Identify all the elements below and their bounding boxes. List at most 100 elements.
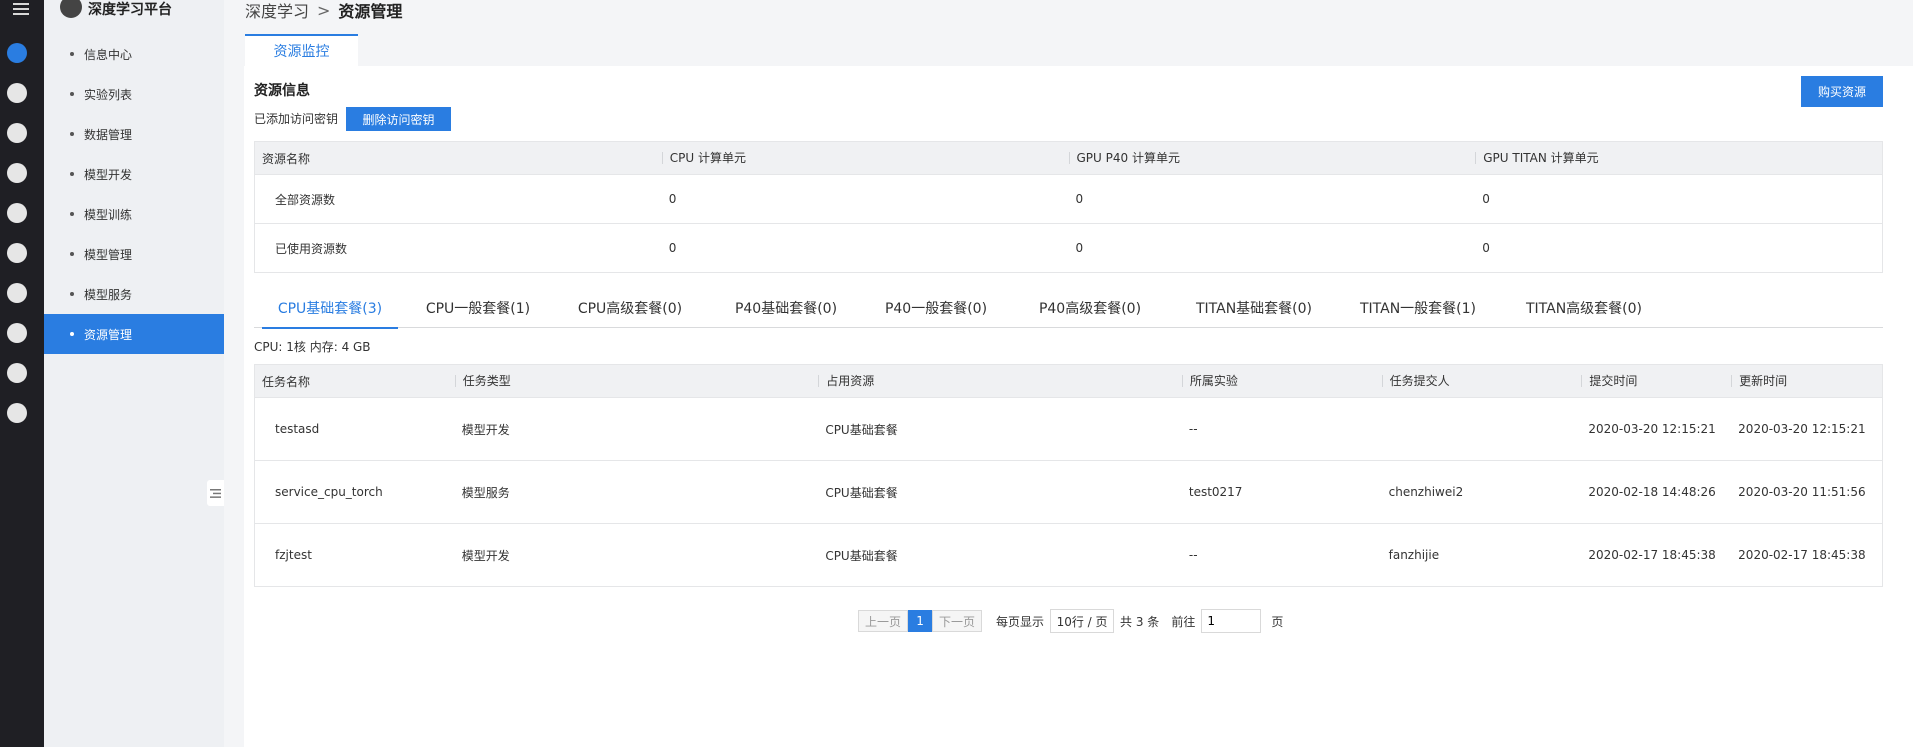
table-row: 全部资源数 0 0 0 xyxy=(255,174,1882,223)
column-header: 资源名称 xyxy=(262,151,311,166)
column-header: 任务名称 xyxy=(262,374,311,389)
column-header: 任务提交人 xyxy=(1381,375,1582,387)
bullet-icon xyxy=(70,52,74,56)
resource-table: 资源名称 CPU 计算单元 GPU P40 计算单元 GPU TITAN 计算单… xyxy=(254,141,1883,273)
table-cell: test0217 xyxy=(1188,485,1243,499)
table-cell: 已使用资源数 xyxy=(275,241,348,256)
per-page-label: 每页显示 xyxy=(996,614,1045,629)
column-header: 更新时间 xyxy=(1731,375,1882,387)
pagination: 上一页 1 下一页 每页显示 10行 / 页 共 3 条 前往 页 xyxy=(858,609,1289,633)
table-cell: 2020-03-20 11:51:56 xyxy=(1738,485,1866,499)
column-header: 所属实验 xyxy=(1181,375,1382,387)
model-service-icon[interactable] xyxy=(7,283,27,303)
sidebar-item-info-center[interactable]: 信息中心 xyxy=(44,34,224,74)
table-cell: CPU基础套餐 xyxy=(825,548,898,563)
table-cell: 2020-03-20 12:15:21 xyxy=(1738,422,1866,436)
tab-resource-monitor[interactable]: 资源监控 xyxy=(245,34,358,66)
sidebar-item-experiments[interactable]: 实验列表 xyxy=(44,74,224,114)
bullet-icon xyxy=(70,212,74,216)
table-cell: 模型服务 xyxy=(461,485,510,500)
table-cell: fzjtest xyxy=(275,548,312,562)
sidebar-item-model-service[interactable]: 模型服务 xyxy=(44,274,224,314)
sidebar-item-data[interactable]: 数据管理 xyxy=(44,114,224,154)
goto-page-input[interactable] xyxy=(1201,609,1262,633)
tab-cpu-advanced[interactable]: CPU高级套餐(0) xyxy=(560,288,700,327)
tab-titan-basic[interactable]: TITAN基础套餐(0) xyxy=(1174,288,1334,327)
key-status-label: 已添加访问密钥 xyxy=(254,112,339,126)
table-cell: 2020-02-18 14:48:26 xyxy=(1588,485,1716,499)
table-row: 已使用资源数 0 0 0 xyxy=(255,223,1882,272)
delete-key-button[interactable]: 删除访问密钥 xyxy=(346,107,451,131)
table-cell: 0 xyxy=(1075,241,1084,255)
breadcrumb: 深度学习 > 资源管理 xyxy=(245,0,402,22)
tab-cpu-basic[interactable]: CPU基础套餐(3) xyxy=(262,288,398,329)
sidebar-item-model-dev[interactable]: 模型开发 xyxy=(44,154,224,194)
table-cell: 模型开发 xyxy=(461,548,510,563)
package-spec: CPU: 1核 内存: 4 GB xyxy=(254,340,371,354)
brain-icon[interactable] xyxy=(7,43,27,63)
table-cell: 2020-03-20 12:15:21 xyxy=(1588,422,1716,436)
table-cell: -- xyxy=(1188,422,1198,436)
tab-p40-basic[interactable]: P40基础套餐(0) xyxy=(716,288,856,327)
table-cell: CPU基础套餐 xyxy=(825,485,898,500)
page-number-current[interactable]: 1 xyxy=(908,610,933,632)
table-cell: 0 xyxy=(1482,241,1490,255)
breadcrumb-parent[interactable]: 深度学习 xyxy=(245,0,309,22)
tab-p40-advanced[interactable]: P40高级套餐(0) xyxy=(1020,288,1160,327)
table-cell: 2020-02-17 18:45:38 xyxy=(1738,548,1866,562)
table-cell: CPU基础套餐 xyxy=(825,422,898,437)
breadcrumb-separator: > xyxy=(317,0,331,20)
table-row[interactable]: testasd 模型开发 CPU基础套餐 -- 2020-03-20 12:15… xyxy=(255,397,1882,460)
total-count: 共 3 条 xyxy=(1120,614,1160,629)
cloud-icon[interactable] xyxy=(7,323,27,343)
task-table: 任务名称 任务类型 占用资源 所属实验 任务提交人 提交时间 更新时间 test… xyxy=(254,364,1883,587)
table-row[interactable]: service_cpu_torch 模型服务 CPU基础套餐 test0217 … xyxy=(255,460,1882,523)
tab-titan-advanced[interactable]: TITAN高级套餐(0) xyxy=(1504,288,1664,327)
table-row[interactable]: fzjtest 模型开发 CPU基础套餐 -- fanzhijie 2020-0… xyxy=(255,523,1882,586)
table-cell: testasd xyxy=(275,422,320,436)
list-icon[interactable] xyxy=(7,83,27,103)
mail-icon[interactable] xyxy=(7,363,27,383)
icon-rail xyxy=(0,0,44,747)
table-cell: 全部资源数 xyxy=(275,192,336,207)
table-cell: 0 xyxy=(1075,192,1084,206)
sidebar: 深度学习平台 信息中心 实验列表 数据管理 模型开发 模型训练 模型管理 模型服… xyxy=(44,0,224,747)
next-page-button[interactable]: 下一页 xyxy=(932,610,983,632)
id-card-icon[interactable] xyxy=(7,403,27,423)
model-manage-icon[interactable] xyxy=(7,243,27,263)
model-dev-icon[interactable] xyxy=(7,163,27,183)
section-title: 资源信息 xyxy=(254,83,310,99)
sidebar-item-resource[interactable]: 资源管理 xyxy=(44,314,224,354)
sidebar-item-model-train[interactable]: 模型训练 xyxy=(44,194,224,234)
platform-logo-icon xyxy=(60,0,82,18)
bullet-icon xyxy=(70,292,74,296)
table-cell: 0 xyxy=(668,241,677,255)
table-cell: fanzhijie xyxy=(1388,548,1440,562)
goto-label: 前往 xyxy=(1171,614,1196,629)
buy-resource-button[interactable]: 购买资源 xyxy=(1801,76,1883,107)
per-page-select[interactable]: 10行 / 页 xyxy=(1050,609,1115,633)
package-tabs: CPU基础套餐(3) CPU一般套餐(1) CPU高级套餐(0) P40基础套餐… xyxy=(254,288,1883,329)
data-icon[interactable] xyxy=(7,123,27,143)
bullet-icon xyxy=(70,332,74,336)
table-header: 任务名称 任务类型 占用资源 所属实验 任务提交人 提交时间 更新时间 xyxy=(255,365,1882,397)
table-cell: 2020-02-17 18:45:38 xyxy=(1588,548,1716,562)
menu-icon[interactable] xyxy=(9,0,31,16)
train-icon[interactable] xyxy=(7,203,27,223)
bullet-icon xyxy=(70,132,74,136)
prev-page-button[interactable]: 上一页 xyxy=(858,610,909,632)
tab-cpu-standard[interactable]: CPU一般套餐(1) xyxy=(414,288,542,327)
table-header: 资源名称 CPU 计算单元 GPU P40 计算单元 GPU TITAN 计算单… xyxy=(255,142,1882,174)
table-cell: chenzhiwei2 xyxy=(1388,485,1464,499)
brand-title: 深度学习平台 xyxy=(88,2,172,18)
bullet-icon xyxy=(70,252,74,256)
bullet-icon xyxy=(70,92,74,96)
sidebar-item-model-manage[interactable]: 模型管理 xyxy=(44,234,224,274)
column-header: GPU TITAN 计算单元 xyxy=(1475,152,1882,164)
tab-p40-standard[interactable]: P40一般套餐(0) xyxy=(866,288,1006,327)
table-cell: 模型开发 xyxy=(461,422,510,437)
column-header: CPU 计算单元 xyxy=(661,152,1069,164)
brand: 深度学习平台 xyxy=(60,0,172,18)
collapse-sidebar-icon[interactable] xyxy=(207,480,224,506)
tab-titan-standard[interactable]: TITAN一般套餐(1) xyxy=(1338,288,1498,327)
